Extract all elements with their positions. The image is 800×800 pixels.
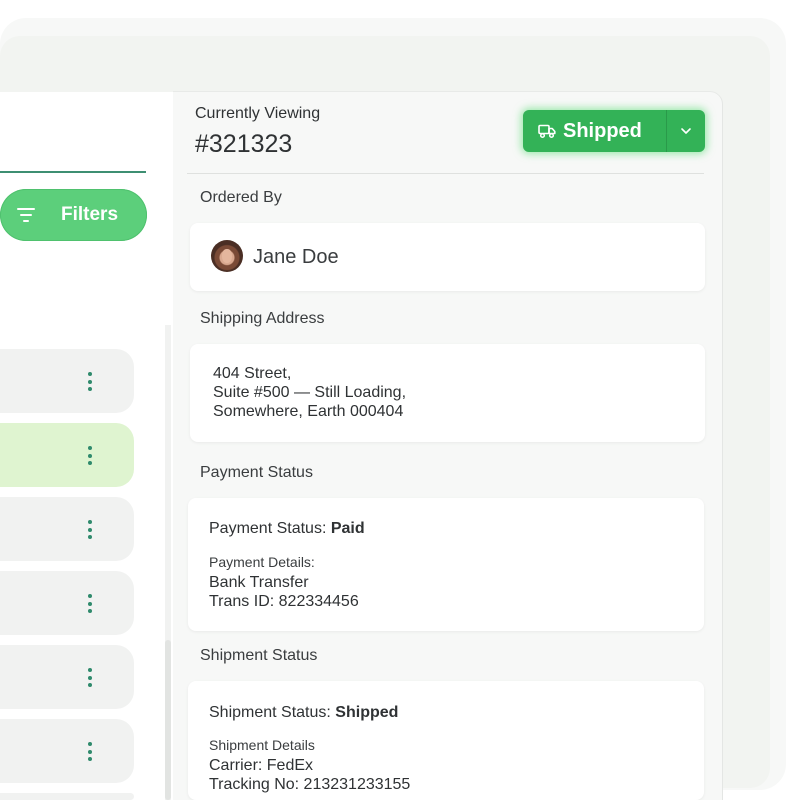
order-id: #321323 — [195, 130, 293, 158]
status-button-label: Shipped — [563, 120, 642, 142]
kebab-menu-icon[interactable] — [87, 742, 93, 761]
order-row-selected[interactable] — [0, 423, 134, 487]
filter-lines-icon — [17, 208, 35, 222]
shipping-address-label: Shipping Address — [200, 310, 325, 327]
payment-details-title: Payment Details: — [209, 554, 315, 570]
order-row[interactable] — [0, 497, 134, 561]
payment-status-prefix: Payment Status: — [209, 520, 331, 537]
address-line: Suite #500 — Still Loading, — [213, 384, 407, 401]
kebab-menu-icon[interactable] — [87, 446, 93, 465]
shipment-tracking: Tracking No: 213231233155 — [209, 776, 411, 793]
status-button[interactable]: Shipped — [523, 110, 666, 152]
header-divider — [187, 173, 704, 174]
payment-method: Bank Transfer — [209, 574, 309, 591]
order-status-split-button: Shipped — [523, 110, 705, 152]
payment-status-value: Paid — [330, 520, 365, 537]
currently-viewing-label: Currently Viewing — [195, 105, 321, 122]
order-row[interactable] — [0, 349, 134, 413]
filters-button[interactable]: Filters — [0, 189, 147, 241]
kebab-menu-icon[interactable] — [87, 520, 93, 539]
shipment-status-prefix: Shipment Status: — [209, 704, 336, 721]
shipment-carrier: Carrier: FedEx — [209, 757, 314, 774]
order-row[interactable] — [0, 571, 134, 635]
payment-status-line: Payment Status: Paid — [209, 520, 365, 538]
address-line: 404 Street, — [213, 365, 292, 382]
truck-icon — [538, 124, 556, 139]
payment-status-label: Payment Status — [200, 464, 313, 481]
order-row[interactable] — [0, 793, 134, 800]
customer-name: Jane Doe — [253, 246, 339, 268]
order-row[interactable] — [0, 645, 134, 709]
shipment-status-label: Shipment Status — [200, 647, 318, 664]
shipment-status-line: Shipment Status: Shipped — [209, 704, 398, 722]
status-dropdown-button[interactable] — [667, 110, 705, 152]
filters-button-label: Filters — [61, 204, 119, 225]
list-scrollbar-thumb[interactable] — [165, 640, 171, 800]
kebab-menu-icon[interactable] — [87, 668, 93, 687]
chevron-down-icon — [681, 128, 691, 134]
payment-trans-id: Trans ID: 822334456 — [209, 593, 359, 610]
shipment-details-title: Shipment Details — [209, 737, 315, 753]
kebab-menu-icon[interactable] — [87, 594, 93, 613]
kebab-menu-icon[interactable] — [87, 372, 93, 391]
address-line: Somewhere, Earth 000404 — [213, 403, 404, 420]
active-tab-underline — [0, 171, 146, 173]
avatar — [211, 240, 243, 272]
shipment-status-value: Shipped — [335, 704, 399, 721]
ordered-by-label: Ordered By — [200, 189, 282, 206]
order-row[interactable] — [0, 719, 134, 783]
